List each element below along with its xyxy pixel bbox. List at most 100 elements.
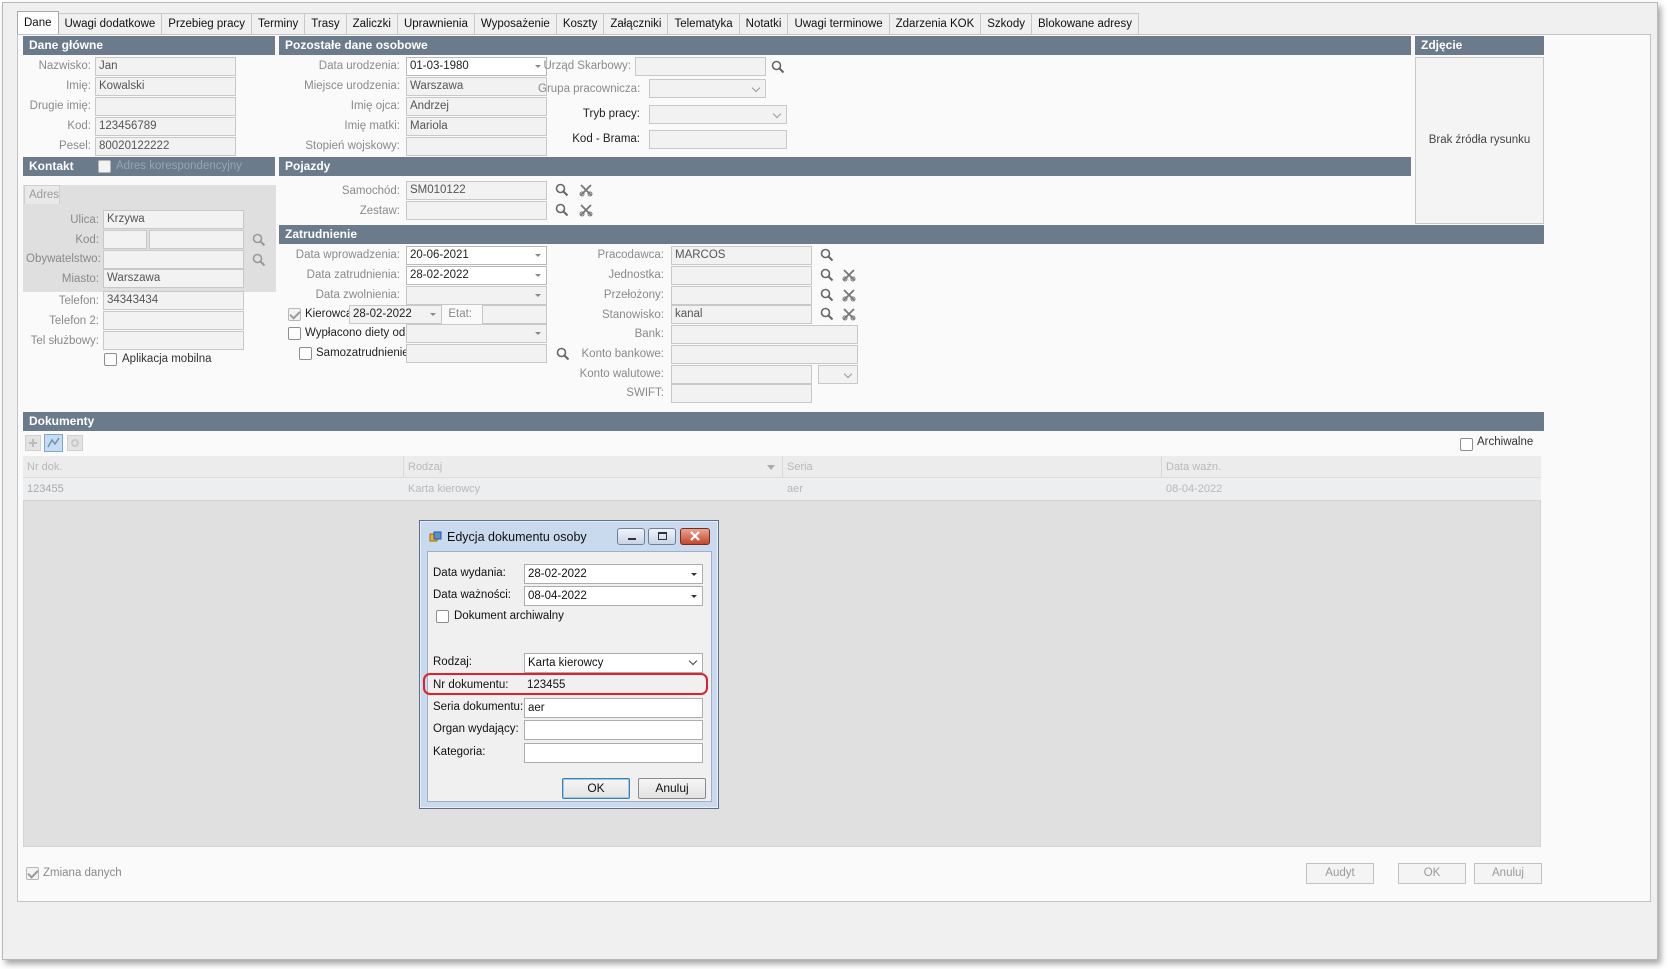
- dialog-cancel-button[interactable]: Anuluj: [638, 778, 706, 799]
- tab-załączniki[interactable]: Załączniki: [603, 13, 669, 34]
- bank-account-field[interactable]: [671, 345, 858, 364]
- postal-city-field[interactable]: [149, 230, 244, 249]
- supervisor-search-icon[interactable]: [819, 287, 835, 303]
- fte-field[interactable]: [482, 305, 547, 324]
- valid-date-picker[interactable]: 08-04-2022: [524, 586, 703, 606]
- employee-group-select[interactable]: [649, 79, 766, 98]
- fx-account-field[interactable]: [671, 365, 812, 384]
- employer-search-icon[interactable]: [819, 247, 835, 263]
- citizenship-field[interactable]: [103, 250, 244, 269]
- unit-clear-icon[interactable]: [841, 267, 857, 283]
- position-search-icon[interactable]: [819, 306, 835, 322]
- close-button[interactable]: [680, 528, 710, 545]
- tab-dane[interactable]: Dane: [17, 11, 59, 34]
- minimize-button[interactable]: [617, 528, 645, 545]
- birth-place-field[interactable]: Warszawa: [406, 77, 547, 96]
- military-rank-field[interactable]: [406, 137, 547, 156]
- birth-date-picker[interactable]: 01-03-1980: [406, 57, 547, 76]
- correspondence-address-checkbox[interactable]: [98, 160, 111, 173]
- phone2-field[interactable]: [103, 311, 244, 330]
- street-field[interactable]: Krzywa: [103, 210, 244, 229]
- car-search-icon[interactable]: [554, 182, 570, 198]
- tab-zaliczki[interactable]: Zaliczki: [345, 13, 398, 34]
- dismissal-date-picker[interactable]: [406, 286, 547, 305]
- work-mode-select[interactable]: [649, 105, 787, 124]
- bank-field[interactable]: [671, 325, 858, 344]
- position-clear-icon[interactable]: [841, 306, 857, 322]
- document-series-field[interactable]: aer: [524, 698, 703, 718]
- hire-date-picker[interactable]: 28-02-2022: [406, 266, 547, 285]
- tab-blokowane-adresy[interactable]: Blokowane adresy: [1030, 13, 1139, 34]
- tab-szkody[interactable]: Szkody: [980, 13, 1032, 34]
- citizenship-search-icon[interactable]: [251, 252, 267, 268]
- document-number-field[interactable]: 123455: [527, 679, 565, 691]
- code-field[interactable]: 123456789: [95, 117, 236, 136]
- column-header-number[interactable]: Nr dok.: [23, 456, 62, 478]
- column-header-series[interactable]: Seria: [783, 456, 813, 478]
- name-field[interactable]: Kowalski: [95, 77, 236, 96]
- tax-office-field[interactable]: [635, 57, 766, 76]
- tab-trasy[interactable]: Trasy: [304, 13, 347, 34]
- kind-select[interactable]: Karta kierowcy: [524, 653, 703, 673]
- tab-terminy[interactable]: Terminy: [251, 13, 306, 34]
- mobile-app-checkbox[interactable]: [104, 353, 117, 366]
- issue-date-picker[interactable]: 28-02-2022: [524, 564, 703, 584]
- swift-field[interactable]: [671, 384, 812, 403]
- tab-uprawnienia[interactable]: Uprawnienia: [396, 13, 475, 34]
- supervisor-field[interactable]: [671, 286, 812, 305]
- self-employment-field[interactable]: [406, 344, 547, 363]
- unit-field[interactable]: [671, 266, 812, 285]
- table-row[interactable]: 123455 Karta kierowcy aer 08-04-2022: [23, 478, 1541, 500]
- tab-wyposażenie[interactable]: Wyposażenie: [473, 13, 557, 34]
- unit-search-icon[interactable]: [819, 267, 835, 283]
- set-field[interactable]: [406, 201, 547, 220]
- driver-checkbox[interactable]: [288, 308, 301, 321]
- change-data-checkbox[interactable]: [26, 867, 39, 880]
- ok-button[interactable]: OK: [1398, 863, 1466, 884]
- postal-code-search-icon[interactable]: [251, 232, 267, 248]
- tab-koszty[interactable]: Koszty: [555, 13, 605, 34]
- postal-code-field[interactable]: [103, 230, 147, 249]
- position-field[interactable]: kanal: [671, 305, 812, 324]
- cancel-button[interactable]: Anuluj: [1474, 863, 1542, 884]
- tab-telematyka[interactable]: Telematyka: [667, 13, 740, 34]
- document-archived-checkbox[interactable]: [436, 610, 449, 623]
- tab-uwagi-terminowe[interactable]: Uwagi terminowe: [787, 13, 890, 34]
- father-name-field[interactable]: Andrzej: [406, 97, 547, 116]
- second-name-field[interactable]: [95, 97, 236, 116]
- maximize-button[interactable]: [648, 528, 676, 545]
- issuer-field[interactable]: [524, 720, 703, 740]
- work-phone-field[interactable]: [103, 331, 244, 350]
- self-employment-checkbox[interactable]: [299, 347, 312, 360]
- category-field[interactable]: [524, 743, 703, 763]
- fx-currency-select[interactable]: [818, 365, 858, 384]
- tab-uwagi-dodatkowe[interactable]: Uwagi dodatkowe: [57, 13, 163, 34]
- column-filter-icon[interactable]: [767, 465, 775, 470]
- audit-button[interactable]: Audyt: [1306, 863, 1374, 884]
- add-document-icon[interactable]: [25, 435, 41, 451]
- entry-date-picker[interactable]: 20-06-2021: [406, 246, 547, 265]
- employer-field[interactable]: MARCOS: [671, 246, 812, 265]
- tab-przebieg-pracy[interactable]: Przebieg pracy: [161, 13, 252, 34]
- edit-document-icon[interactable]: [44, 434, 63, 452]
- driver-date-picker[interactable]: 28-02-2022: [349, 305, 442, 324]
- gate-code-field[interactable]: [649, 130, 787, 149]
- tab-notatki[interactable]: Notatki: [738, 13, 789, 34]
- diet-date-picker[interactable]: [406, 324, 547, 343]
- set-clear-icon[interactable]: [578, 202, 594, 218]
- car-clear-icon[interactable]: [578, 182, 594, 198]
- car-field[interactable]: SM010122: [406, 181, 547, 200]
- surname-field[interactable]: Jan: [95, 57, 236, 76]
- photo-box[interactable]: Brak źródła rysunku: [1415, 57, 1544, 224]
- set-search-icon[interactable]: [554, 202, 570, 218]
- city-field[interactable]: Warszawa: [103, 269, 244, 288]
- tab-zdarzenia-kok[interactable]: Zdarzenia KOK: [888, 13, 982, 34]
- diet-checkbox[interactable]: [288, 327, 301, 340]
- tax-office-search-icon[interactable]: [770, 59, 786, 75]
- tab-address[interactable]: Adres: [24, 185, 60, 204]
- delete-document-icon[interactable]: [67, 435, 83, 451]
- column-header-kind[interactable]: Rodzaj: [404, 456, 442, 478]
- mother-name-field[interactable]: Mariola: [406, 117, 547, 136]
- phone-field[interactable]: 34343434: [103, 291, 244, 310]
- pesel-field[interactable]: 80020122222: [95, 137, 236, 156]
